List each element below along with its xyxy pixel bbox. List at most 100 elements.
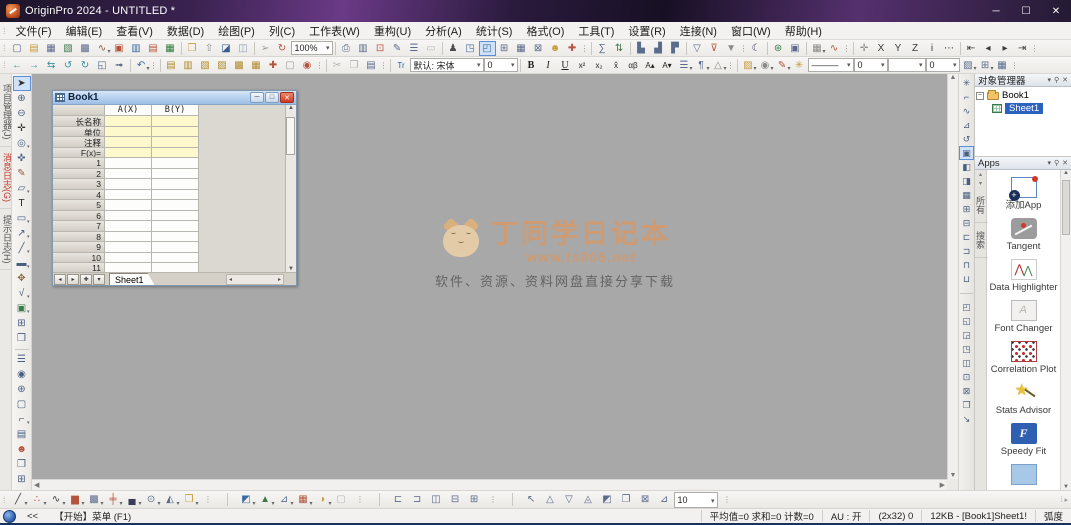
italic-icon[interactable]: I [540, 58, 557, 73]
wrap-icon[interactable]: ¶ [693, 58, 709, 73]
add-label-tool-icon[interactable]: ☻ [13, 442, 31, 457]
extract-layers-icon[interactable]: ⊟ [446, 492, 465, 508]
book1-minimize-button[interactable]: ─ [250, 92, 264, 103]
tree-node-sheet1[interactable]: Sheet1 [976, 102, 1070, 115]
cell-b[interactable] [152, 147, 199, 158]
book1-window[interactable]: Book1 ─ □ ✕ A(X) B(Y) 长名称 单位 注释 F(x)= 1 … [52, 90, 297, 286]
undo-zoom-icon[interactable]: ↺ [60, 58, 77, 73]
select-frame-tool-icon[interactable]: ▢ [13, 397, 31, 412]
apps-scroll-thumb[interactable] [1062, 180, 1070, 235]
app-data-highlighter[interactable]: Data Highlighter [987, 259, 1060, 293]
graph-fit-page-icon[interactable]: ❒ [959, 398, 974, 412]
dark-mode-icon[interactable]: ☾ [748, 41, 765, 56]
z-scale-icon[interactable]: Z [907, 41, 924, 56]
graph-bottom-panel-icon[interactable]: ⊔ [959, 272, 974, 286]
style-triangle-icon[interactable]: △ [710, 58, 726, 73]
object-order-tool-icon[interactable]: ☰ [13, 352, 31, 367]
format-menu-icon[interactable]: ☰ [406, 41, 423, 56]
graph-right-panel-icon[interactable]: ⊐ [959, 244, 974, 258]
ovf[interactable]: ⋮ [843, 41, 851, 56]
sheet1-tab[interactable]: Sheet1 [109, 273, 155, 285]
start-menu-hint[interactable]: 【开始】菜单 (F1) [46, 510, 139, 523]
reimport-icon[interactable]: ↻ [274, 41, 291, 56]
color-combo[interactable] [887, 58, 926, 72]
import-wizard-icon[interactable]: ➢ [257, 41, 274, 56]
panel-close-icon[interactable]: ✕ [1062, 159, 1068, 167]
insert-object-tool-icon[interactable]: ❒ [13, 331, 31, 346]
line-width-combo[interactable]: 0 [853, 58, 888, 72]
equation-tool-icon[interactable]: √ [13, 286, 31, 301]
line-style-combo[interactable]: ——— [807, 58, 854, 72]
ovf[interactable]: ⋮ [727, 58, 735, 73]
app-partial[interactable] [987, 464, 1060, 485]
sort-icon[interactable]: ⇅ [611, 41, 628, 56]
ternary-plot-icon[interactable]: ◭ [161, 492, 179, 508]
cell-b[interactable] [152, 126, 199, 137]
insert-graph-tool-icon[interactable]: ▣ [13, 301, 31, 316]
layer-tool-icon[interactable]: ▤ [13, 427, 31, 442]
duplicate-sheet-icon[interactable]: ▧ [197, 58, 214, 73]
line-symbol-plot-icon[interactable]: ∿ [47, 492, 66, 508]
graph-slope-tool-icon[interactable]: ⊿ [959, 118, 974, 132]
graph-left-panel-icon[interactable]: ⊏ [959, 230, 974, 244]
app-add-app[interactable]: 添加App [987, 176, 1060, 211]
group-tool-icon[interactable]: ◉ [13, 367, 31, 382]
contour-plot-icon[interactable]: ▦ [294, 492, 312, 508]
arrange-tool-icon[interactable]: ❐ [13, 457, 31, 472]
cell-b[interactable] [152, 179, 199, 190]
graph-top-panel-icon[interactable]: ⊓ [959, 258, 974, 272]
plot-3d-surface-icon[interactable]: ▲ [256, 492, 274, 508]
panel-pin-icon[interactable]: ⚲ [1054, 76, 1059, 84]
open-sample-icon[interactable]: ⇧ [201, 41, 218, 56]
copy-sheet-icon[interactable]: ▨ [214, 58, 231, 73]
new-excel-icon[interactable]: ▦ [162, 41, 179, 56]
cell-b[interactable] [152, 200, 199, 211]
cell-a[interactable] [105, 231, 152, 242]
new-image-icon[interactable]: ▥ [128, 41, 145, 56]
graph-right-axes-icon[interactable]: ◨ [959, 174, 974, 188]
row-header[interactable]: 5 [53, 200, 105, 211]
new-workbook-icon[interactable]: ▦ [43, 41, 60, 56]
scroll-up-icon[interactable]: ▲ [288, 105, 294, 111]
ovf[interactable]: ⋮ [150, 58, 158, 73]
fit-page-icon[interactable]: ⊏ [389, 492, 408, 508]
book1-maximize-button[interactable]: □ [265, 92, 279, 103]
menu-analysis[interactable]: 分析(A) [418, 22, 469, 39]
cell-a[interactable] [105, 137, 152, 148]
menu-connectivity[interactable]: 连接(N) [673, 22, 724, 39]
x-scale-icon[interactable]: X [873, 41, 890, 56]
column-header-a[interactable]: A(X) [105, 105, 152, 116]
row-header[interactable]: 8 [53, 231, 105, 242]
ovf[interactable]: ⋮ [740, 41, 748, 56]
mask-data-icon[interactable]: ✛ [856, 41, 873, 56]
menu-view[interactable]: 查看(V) [109, 22, 160, 39]
menu-statistics[interactable]: 统计(S) [469, 22, 520, 39]
cell-b[interactable] [152, 116, 199, 127]
undo-icon[interactable]: ↶ [133, 58, 150, 73]
font-indicator-icon[interactable]: Tr [393, 58, 410, 73]
sep[interactable] [503, 492, 522, 508]
sheet-prev-button[interactable]: ◂ [54, 273, 66, 285]
plot-disabled-icon[interactable]: ▢ [332, 492, 351, 508]
open-icon[interactable]: ❒ [184, 41, 201, 56]
ovf[interactable]: ⋮ [718, 492, 737, 508]
stats-row-icon[interactable]: ▟ [650, 41, 667, 56]
quick-fit-icon[interactable]: ∿ [826, 41, 843, 56]
text-tool-icon[interactable]: T [13, 196, 31, 211]
stats-column-icon[interactable]: ▙ [633, 41, 650, 56]
sheet-props-icon[interactable]: ▦ [248, 58, 265, 73]
tab-messages-log[interactable]: 消息日志(G) [0, 147, 12, 209]
table-format-icon[interactable]: ▦ [994, 58, 1011, 73]
app-tangent[interactable]: Tangent [987, 218, 1060, 252]
cell-a[interactable] [105, 168, 152, 179]
cell-b[interactable] [152, 242, 199, 253]
fill-color-icon[interactable]: ▨ [740, 58, 756, 73]
cell-a[interactable] [105, 116, 152, 127]
frequency-icon[interactable]: ▛ [667, 41, 684, 56]
app-font-changer[interactable]: Font Changer [987, 300, 1060, 334]
add-book-icon[interactable]: ▥ [180, 58, 197, 73]
tabs-scroll-down-icon[interactable]: ▾ [979, 179, 982, 188]
worksheet-grid[interactable]: A(X) B(Y) 长名称 单位 注释 F(x)= 1 2 3 4 5 6 7 … [53, 105, 285, 272]
menu-file[interactable]: 文件(F) [9, 22, 59, 39]
align-icon[interactable]: ☰ [676, 58, 693, 73]
